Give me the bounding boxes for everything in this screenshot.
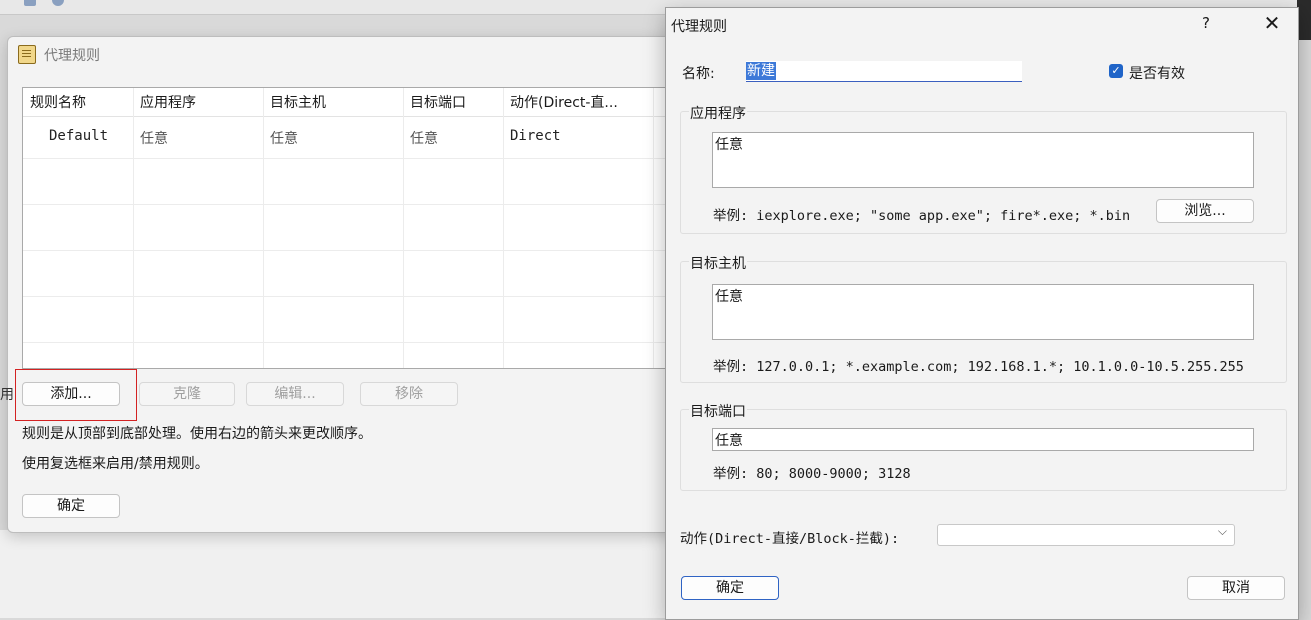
target-port-group: 目标端口 任意 举例: 80; 8000-9000; 3128 [680, 401, 1287, 491]
cancel-button[interactable]: 取消 [1187, 576, 1285, 600]
action-select[interactable]: ⌵ [937, 524, 1235, 546]
cell-target-host: 任意 [270, 131, 298, 147]
order-note: 规则是从顶部到底部处理。使用右边的箭头来更改顺序。 [22, 426, 372, 442]
ok-button[interactable]: 确定 [22, 494, 120, 518]
background-label: 用 [0, 387, 14, 403]
target-host-group-title: 目标主机 [689, 253, 747, 273]
rules-table[interactable]: 规则名称 应用程序 目标主机 目标端口 动作(Direct-直... Defau… [22, 87, 684, 369]
target-host-group: 目标主机 任意 举例: 127.0.0.1; *.example.com; 19… [680, 253, 1287, 383]
column-header-application[interactable]: 应用程序 [140, 92, 196, 112]
target-port-group-title: 目标端口 [689, 401, 747, 421]
background-window-area [0, 530, 670, 618]
dialog-title: 代理规则 [44, 48, 100, 64]
row-divider [23, 342, 683, 343]
application-textarea[interactable]: 任意 [712, 132, 1254, 188]
background-app-icon [24, 0, 36, 6]
target-port-value: 任意 [715, 433, 743, 449]
close-icon[interactable]: ✕ [1260, 10, 1284, 36]
row-divider [23, 158, 683, 159]
column-header-action[interactable]: 动作(Direct-直... [510, 92, 650, 112]
browse-button[interactable]: 浏览... [1156, 199, 1254, 223]
column-divider [403, 88, 404, 368]
target-host-value: 任意 [715, 289, 743, 305]
column-header-rule-name[interactable]: 规则名称 [30, 92, 86, 112]
name-input[interactable]: 新建 [746, 61, 1022, 82]
cell-application: 任意 [140, 131, 168, 147]
enabled-checkbox[interactable]: ✓ [1109, 64, 1123, 78]
target-host-textarea[interactable]: 任意 [712, 284, 1254, 340]
row-divider [23, 250, 683, 251]
name-input-selected-text: 新建 [746, 62, 776, 80]
action-label: 动作(Direct-直接/Block-拦截): [680, 531, 900, 547]
column-header-target-port[interactable]: 目标端口 [410, 92, 466, 112]
column-header-target-host[interactable]: 目标主机 [270, 92, 326, 112]
add-rule-button[interactable]: 添加... [22, 382, 120, 406]
target-host-example: 举例: 127.0.0.1; *.example.com; 192.168.1.… [713, 359, 1244, 375]
column-divider [503, 88, 504, 368]
cell-target-port: 任意 [410, 131, 438, 147]
application-value: 任意 [715, 137, 743, 153]
row-divider [23, 296, 683, 297]
name-label: 名称: [682, 66, 715, 82]
proxy-rule-edit-dialog: 代理规则 ? ✕ 名称: 新建 ✓ 是否有效 应用程序 任意 举例: iexpl… [665, 7, 1299, 620]
dialog-title: 代理规则 [671, 19, 727, 35]
application-group-title: 应用程序 [689, 103, 747, 123]
chevron-down-icon: ⌵ [1217, 524, 1227, 538]
edit-rule-button[interactable]: 编辑... [246, 382, 344, 406]
column-divider [263, 88, 264, 368]
remove-rule-button[interactable]: 移除 [360, 382, 458, 406]
proxy-rules-list-dialog: 代理规则 规则名称 应用程序 目标主机 目标端口 动作(Direct-直... … [7, 36, 689, 533]
background-window-edge [1297, 0, 1311, 40]
checkbox-note: 使用复选框来启用/禁用规则。 [22, 456, 209, 472]
target-port-example: 举例: 80; 8000-9000; 3128 [713, 466, 911, 482]
clone-rule-button[interactable]: 克隆 [139, 382, 235, 406]
column-divider [653, 88, 654, 368]
cell-rule-name: Default [49, 128, 109, 144]
enabled-label[interactable]: 是否有效 [1129, 63, 1185, 83]
cell-action: Direct [510, 128, 561, 144]
column-divider [133, 88, 134, 368]
confirm-button[interactable]: 确定 [681, 576, 779, 600]
row-divider [23, 204, 683, 205]
background-app-icon [52, 0, 64, 6]
application-example: 举例: iexplore.exe; "some app.exe"; fire*.… [713, 208, 1131, 224]
table-header: 规则名称 应用程序 目标主机 目标端口 动作(Direct-直... [23, 88, 683, 117]
rules-scroll-icon [18, 45, 36, 64]
target-port-input[interactable]: 任意 [712, 428, 1254, 451]
help-button[interactable]: ? [1202, 14, 1210, 32]
application-group: 应用程序 任意 举例: iexplore.exe; "some app.exe"… [680, 103, 1287, 234]
